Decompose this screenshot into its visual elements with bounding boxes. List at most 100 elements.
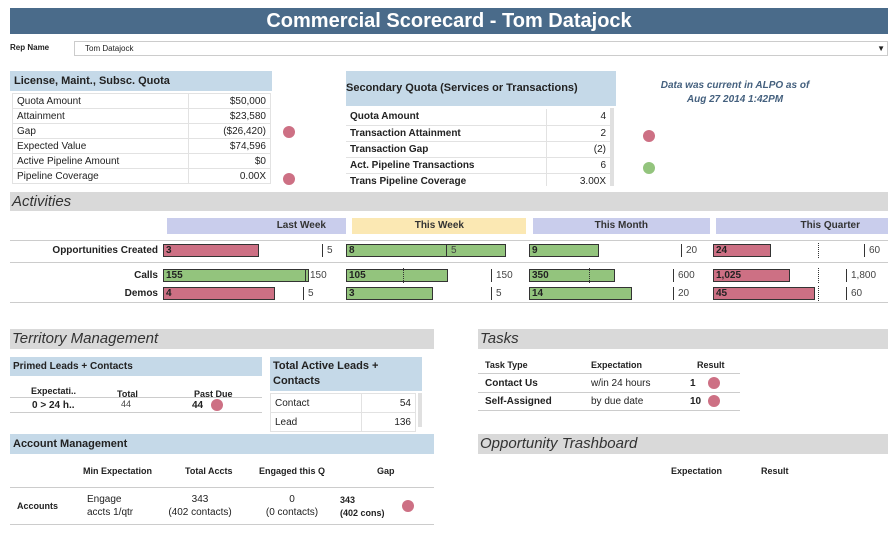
tasks-col-result: Result <box>697 360 725 370</box>
demos-this-quarter-cell: 45 60 <box>713 286 888 301</box>
data-currency-line2: Aug 27 2014 1:42PM <box>686 94 784 105</box>
calls-this-week-value: 105 <box>349 270 366 281</box>
calls-this-week-target: 150 <box>491 269 513 282</box>
opps-this-quarter-target: 60 <box>864 244 880 257</box>
tasks-col-type: Task Type <box>485 360 528 370</box>
trashboard-section-header: Opportunity Trashboard <box>478 434 888 454</box>
license-quota-header: License, Maint., Subsc. Quota <box>10 71 272 91</box>
acct-gap-line1: 343 <box>340 495 356 505</box>
quota-amount-label: Quota Amount <box>11 93 190 109</box>
calls-last-week-bar <box>163 269 309 282</box>
rep-name-value: Tom Datajock <box>85 44 134 53</box>
acct-col-gap: Gap <box>377 466 395 476</box>
activity-label-calls: Calls <box>134 270 158 281</box>
calls-this-month-mark <box>589 268 590 283</box>
acct-row-border <box>10 487 434 525</box>
opps-this-week-cell: 8 5 <box>346 244 526 257</box>
pipeline-coverage-status-dot <box>283 173 295 185</box>
demos-last-week-target: 5 <box>303 287 314 300</box>
opps-this-month-cell: 9 20 <box>529 244 709 257</box>
task-row-self-assigned[interactable]: Self-Assigned by due date 10 <box>478 393 740 411</box>
pipeline-transactions-label: Act. Pipeline Transactions <box>346 157 546 174</box>
secondary-quota-table: Quota Amount 4 Transaction Attainment 2 Tr… <box>346 109 610 186</box>
task-result-contact-us: 1 <box>690 378 696 389</box>
calls-this-month-target: 600 <box>673 269 695 282</box>
opps-last-week-target: 5 <box>322 244 333 257</box>
task-result-self-assigned: 10 <box>690 396 702 407</box>
activity-label-demos: Demos <box>124 288 158 299</box>
calls-last-week-value: 155 <box>166 270 183 281</box>
task-contact-us-dot <box>708 377 720 389</box>
gap-value: ($26,420) <box>188 123 271 139</box>
opps-this-week-value: 8 <box>349 245 355 256</box>
attainment-label: Attainment <box>11 108 190 124</box>
acct-col-total: Total Accts <box>185 466 233 476</box>
demos-this-week-cell: 3 5 <box>346 287 526 300</box>
opps-this-quarter-mark <box>818 243 819 258</box>
period-header-this-quarter: This Quarter <box>716 218 888 234</box>
opps-this-month-target: 20 <box>681 244 697 257</box>
data-currency-line1: Data was current in ALPO as of <box>660 80 810 91</box>
opps-last-week-cell: 3 5 <box>163 244 343 257</box>
transaction-attainment-value: 2 <box>545 125 610 142</box>
tasks-section-header: Tasks <box>478 329 888 349</box>
pipeline-transactions-value: 6 <box>545 157 610 174</box>
primed-col-expectation: Expectati.. <box>31 386 77 396</box>
demos-this-week-value: 3 <box>349 288 355 299</box>
tasks-col-expectation: Expectation <box>591 360 643 370</box>
tasks-row3-border <box>478 410 740 411</box>
period-header-this-week: This Week <box>352 218 526 234</box>
activity-label-opportunities: Opportunities Created <box>52 245 158 256</box>
period-header-last-week: Last Week <box>167 218 346 234</box>
rep-name-label: Rep Name <box>10 43 50 52</box>
transaction-gap-value: (2) <box>545 141 610 158</box>
task-type-contact-us: Contact Us <box>485 378 538 389</box>
task-self-assigned-dot <box>708 395 720 407</box>
primed-expectation-value: 0 > 24 h.. <box>32 400 75 411</box>
rep-name-dropdown[interactable]: Tom Datajock ▼ <box>74 41 888 56</box>
secondary-quota-header: Secondary Quota (Services or Transaction… <box>346 71 616 106</box>
calls-this-month-value: 350 <box>532 270 549 281</box>
transaction-gap-label: Transaction Gap <box>346 141 546 158</box>
active-pipeline-value: $0 <box>188 153 271 169</box>
territory-section-header: Territory Management <box>10 329 434 349</box>
demos-this-month-cell: 14 20 <box>529 287 709 300</box>
acct-gap-dot <box>402 500 414 512</box>
secondary-quota-panel: Secondary Quota (Services or Transaction… <box>346 71 616 186</box>
rep-selector-row: Rep Name Tom Datajock ▼ <box>10 41 888 57</box>
opps-last-week-value: 3 <box>166 245 172 256</box>
activities-divider-top <box>10 240 888 241</box>
demos-this-quarter-bar <box>713 287 815 300</box>
demos-this-week-target: 5 <box>491 287 502 300</box>
demos-this-month-target: 20 <box>673 287 689 300</box>
sec-quota-amount-value: 4 <box>545 109 610 126</box>
attainment-value: $23,580 <box>188 108 271 124</box>
calls-this-quarter-cell: 1,025 1,800 <box>713 268 888 283</box>
secondary-quota-scrollbar[interactable] <box>610 108 614 186</box>
demos-last-week-cell: 4 5 <box>163 287 343 300</box>
activities-divider-bottom <box>10 302 888 303</box>
opps-this-month-bar <box>529 244 599 257</box>
task-row-contact-us[interactable]: Contact Us w/in 24 hours 1 <box>478 374 740 392</box>
demos-this-week-bar <box>346 287 433 300</box>
chevron-down-icon[interactable]: ▼ <box>877 44 885 53</box>
scorecard-title: Commercial Scorecard - Tom Datajock <box>10 8 888 34</box>
activities-section-header: Activities <box>10 192 888 211</box>
demos-this-quarter-target: 60 <box>846 287 862 300</box>
activities-divider-mid <box>10 262 888 263</box>
active-contact-label: Contact <box>269 393 363 413</box>
active-leads-scrollbar[interactable] <box>418 393 422 427</box>
demos-last-week-bar <box>163 287 275 300</box>
primed-past-due-value: 44 <box>192 400 204 411</box>
demos-this-month-bar <box>529 287 632 300</box>
trans-pipeline-coverage-value: 3.00X <box>545 173 610 186</box>
task-expectation-self-assigned: by due date <box>591 396 644 407</box>
acct-col-engaged: Engaged this Q <box>259 466 326 476</box>
gap-status-dot <box>283 126 295 138</box>
transaction-gap-status-dot <box>643 130 655 142</box>
account-mgmt-header: Account Management <box>10 434 434 454</box>
trashboard-col-result: Result <box>761 466 789 476</box>
pipeline-coverage-label: Pipeline Coverage <box>11 168 190 184</box>
acct-engaged-line2: (0 contacts) <box>265 507 319 518</box>
opps-last-week-bar <box>163 244 259 257</box>
